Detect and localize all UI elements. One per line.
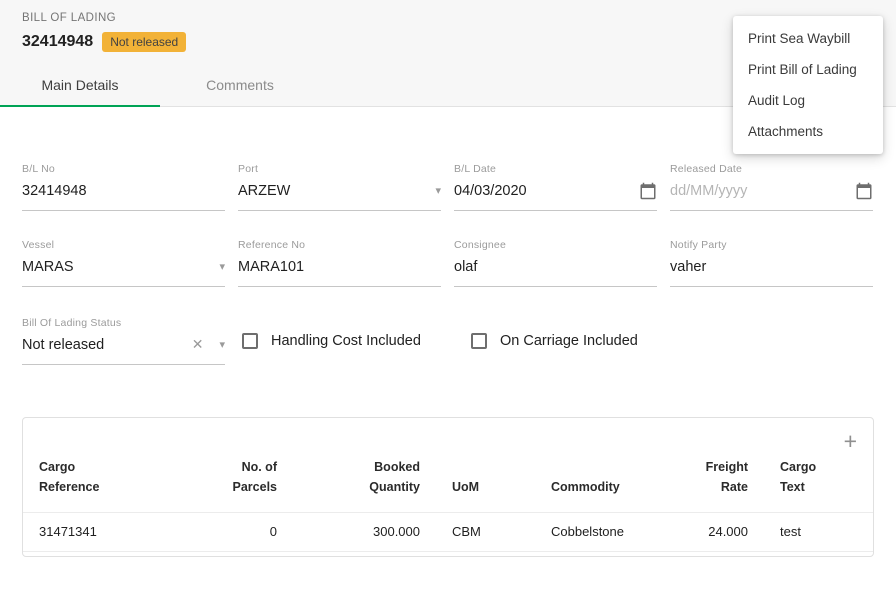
reference-no-input[interactable]: MARA101 xyxy=(238,251,441,287)
col-header-freight-rate: Freight Rate xyxy=(696,457,748,497)
status-badge: Not released xyxy=(102,32,186,52)
col-header-commodity: Commodity xyxy=(551,477,620,497)
cell-freight-rate: 24.000 xyxy=(675,513,764,552)
col-header-cargo-reference: Cargo Reference xyxy=(39,457,111,497)
calendar-icon[interactable] xyxy=(855,182,873,200)
cargo-table-header-row: Cargo Reference No. of Parcels Booked Qu… xyxy=(23,455,873,513)
vessel-select[interactable]: MARAS ▾ xyxy=(22,251,225,287)
bl-no-input[interactable]: 32414948 xyxy=(22,175,225,211)
port-select[interactable]: ARZEW ▾ xyxy=(238,175,441,211)
menu-item-audit-log[interactable]: Audit Log xyxy=(733,85,883,116)
bl-date-input[interactable]: 04/03/2020 xyxy=(454,175,657,211)
checkbox-on-carriage-included[interactable]: On Carriage Included xyxy=(467,333,683,349)
bl-number: 32414948 xyxy=(22,33,93,51)
menu-item-print-bill-of-lading[interactable]: Print Bill of Lading xyxy=(733,54,883,85)
field-released-date: Released Date dd/MM/yyyy xyxy=(670,163,873,211)
col-header-cargo-text: Cargo Text xyxy=(780,457,824,497)
field-bl-date: B/L Date 04/03/2020 xyxy=(454,163,657,211)
clear-icon[interactable]: ✕ xyxy=(192,336,204,353)
cell-cargo-text: test xyxy=(764,513,873,552)
reference-no-label: Reference No xyxy=(238,239,441,251)
menu-item-attachments[interactable]: Attachments xyxy=(733,116,883,147)
field-notify-party: Notify Party vaher xyxy=(670,239,873,287)
col-header-no-of-parcels: No. of Parcels xyxy=(227,457,277,497)
cargo-table: Cargo Reference No. of Parcels Booked Qu… xyxy=(23,455,873,552)
bl-status-label: Bill Of Lading Status xyxy=(22,317,225,329)
bl-status-select[interactable]: Not released ✕ ▾ xyxy=(22,329,225,365)
released-date-label: Released Date xyxy=(670,163,873,175)
field-consignee: Consignee olaf xyxy=(454,239,657,287)
tab-comments[interactable]: Comments xyxy=(160,65,320,106)
bill-of-lading-page: BILL OF LADING 32414948 Not released Mai… xyxy=(0,0,896,557)
checkbox-icon[interactable] xyxy=(242,333,258,349)
cargo-lines-card: + Cargo Reference No. of Parcels Booked … xyxy=(22,417,874,557)
bl-date-label: B/L Date xyxy=(454,163,657,175)
notify-party-label: Notify Party xyxy=(670,239,873,251)
add-cargo-line-button[interactable]: + xyxy=(844,430,857,453)
tab-main-details[interactable]: Main Details xyxy=(0,65,160,106)
chevron-down-icon[interactable]: ▾ xyxy=(219,260,225,273)
bl-no-label: B/L No xyxy=(22,163,225,175)
checkbox-handling-cost-included[interactable]: Handling Cost Included xyxy=(238,333,454,349)
field-bl-no: B/L No 32414948 xyxy=(22,163,225,211)
cell-cargo-reference: 31471341 xyxy=(23,513,193,552)
notify-party-input[interactable]: vaher xyxy=(670,251,873,287)
main-details-form: B/L No 32414948 Port ARZEW ▾ B/L Date 04… xyxy=(0,163,896,365)
col-header-uom: UoM xyxy=(452,477,479,497)
vessel-label: Vessel xyxy=(22,239,225,251)
consignee-label: Consignee xyxy=(454,239,657,251)
consignee-input[interactable]: olaf xyxy=(454,251,657,287)
menu-item-print-sea-waybill[interactable]: Print Sea Waybill xyxy=(733,23,883,54)
field-bl-status: Bill Of Lading Status Not released ✕ ▾ xyxy=(22,317,225,365)
checkbox-icon[interactable] xyxy=(471,333,487,349)
cell-no-of-parcels: 0 xyxy=(193,513,293,552)
port-label: Port xyxy=(238,163,441,175)
released-date-input[interactable]: dd/MM/yyyy xyxy=(670,175,873,211)
cell-uom: CBM xyxy=(436,513,535,552)
cargo-table-row[interactable]: 31471341 0 300.000 CBM Cobbelstone 24.00… xyxy=(23,513,873,552)
calendar-icon[interactable] xyxy=(639,182,657,200)
cell-commodity: Cobbelstone xyxy=(535,513,675,552)
chevron-down-icon[interactable]: ▾ xyxy=(435,184,441,197)
cell-booked-quantity: 300.000 xyxy=(293,513,436,552)
actions-context-menu: Print Sea Waybill Print Bill of Lading A… xyxy=(733,16,883,154)
chevron-down-icon[interactable]: ▾ xyxy=(219,338,225,351)
field-vessel: Vessel MARAS ▾ xyxy=(22,239,225,287)
field-port: Port ARZEW ▾ xyxy=(238,163,441,211)
field-reference-no: Reference No MARA101 xyxy=(238,239,441,287)
col-header-booked-quantity: Booked Quantity xyxy=(356,457,420,497)
